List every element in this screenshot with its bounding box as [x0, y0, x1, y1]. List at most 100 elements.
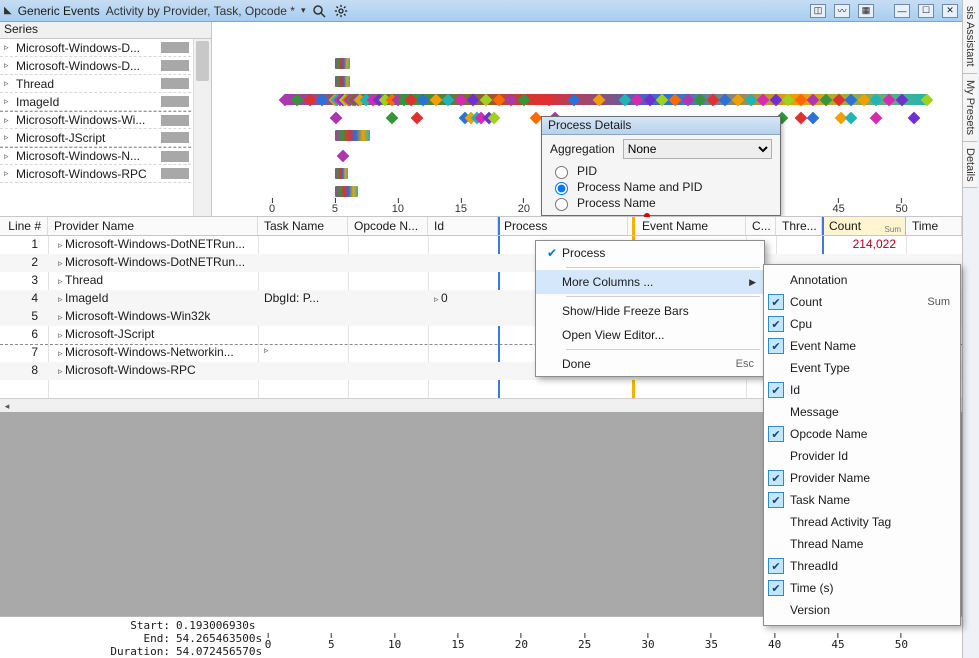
- expand-icon[interactable]: ▹: [4, 60, 12, 71]
- column-toggle-version[interactable]: Version: [764, 599, 960, 621]
- expand-icon[interactable]: ▹: [4, 42, 12, 53]
- opt-process-name[interactable]: Process Name: [550, 195, 772, 211]
- window-close-icon[interactable]: ✕: [942, 4, 958, 18]
- vtab-presets[interactable]: My Presets: [963, 74, 977, 142]
- menu-process[interactable]: ✔Process: [536, 241, 764, 265]
- column-toggle-label: Event Type: [790, 361, 850, 375]
- column-toggle-event-name[interactable]: ✔ Event Name: [764, 335, 960, 357]
- col-c[interactable]: C...: [746, 217, 776, 235]
- expand-icon[interactable]: ▹: [4, 151, 12, 162]
- view-mode-line-icon[interactable]: 〰: [834, 4, 850, 18]
- series-row[interactable]: ▹ Thread: [0, 75, 211, 93]
- series-row[interactable]: ▹ Microsoft-Windows-D...: [0, 57, 211, 75]
- column-toggle-id[interactable]: ✔ Id: [764, 379, 960, 401]
- expand-icon[interactable]: ▹: [4, 115, 12, 126]
- column-toggle-event-type[interactable]: Event Type: [764, 357, 960, 379]
- cell-provider: ▹ Microsoft-Windows-RPC: [52, 362, 258, 380]
- expand-icon[interactable]: ▹: [4, 168, 12, 179]
- expand-icon[interactable]: ▹: [4, 78, 12, 89]
- table-row[interactable]: 1▹ Microsoft-Windows-DotNETRun...214,022: [0, 236, 962, 254]
- menu-more-columns[interactable]: More Columns ...: [536, 270, 764, 294]
- col-line[interactable]: Line #: [0, 217, 48, 235]
- cell-line: 8: [0, 362, 44, 380]
- column-toggle-task-name[interactable]: ✔ Task Name: [764, 489, 960, 511]
- event-diamond[interactable]: [845, 111, 858, 124]
- checkbox-icon: ✔: [768, 294, 784, 310]
- column-toggle-label: Task Name: [790, 493, 850, 507]
- process-details-popup: Process Details Aggregation None PID Pro…: [541, 116, 781, 216]
- column-context-menu: ✔Process More Columns ... Show/Hide Free…: [535, 240, 765, 377]
- expand-icon[interactable]: ▹: [258, 344, 270, 362]
- checkbox-icon: [768, 404, 784, 420]
- col-count[interactable]: CountSum: [822, 217, 906, 235]
- preset-name[interactable]: Activity by Provider, Task, Opcode *: [106, 4, 295, 18]
- vtab-details[interactable]: Details: [963, 142, 977, 189]
- scroll-left-icon[interactable]: ◂: [0, 399, 14, 413]
- view-mode-table-icon[interactable]: ▦: [858, 4, 874, 18]
- column-toggle-thread-name[interactable]: Thread Name: [764, 533, 960, 555]
- vtab-assistant[interactable]: sis Assistant: [963, 0, 977, 74]
- event-diamond[interactable]: [908, 111, 921, 124]
- column-toggle-count[interactable]: ✔ CountSum: [764, 291, 960, 313]
- menu-done[interactable]: DoneEsc: [536, 352, 764, 376]
- col-id[interactable]: Id: [428, 217, 498, 235]
- freeze-bar-blue-1[interactable]: [498, 217, 500, 235]
- series-row[interactable]: ▹ Microsoft-Windows-N...: [0, 147, 211, 165]
- window-max-icon[interactable]: ☐: [918, 4, 934, 18]
- column-toggle-thread-activity-tag[interactable]: Thread Activity Tag: [764, 511, 960, 533]
- col-opcode[interactable]: Opcode N...: [348, 217, 428, 235]
- column-toggle-time-s-[interactable]: ✔ Time (s): [764, 577, 960, 599]
- event-diamond[interactable]: [330, 111, 343, 124]
- expand-icon[interactable]: ▹: [4, 132, 12, 143]
- window-min-icon[interactable]: —: [894, 4, 910, 18]
- col-process[interactable]: Process: [498, 217, 628, 235]
- event-bar[interactable]: [335, 168, 348, 179]
- menu-view-editor[interactable]: Open View Editor...: [536, 323, 764, 347]
- series-row[interactable]: ▹ ImageId: [0, 93, 211, 111]
- series-row[interactable]: ▹ Microsoft-JScript: [0, 129, 211, 147]
- col-provider[interactable]: Provider Name: [48, 217, 258, 235]
- cell-provider: ▹ Microsoft-Windows-Networkin...: [52, 344, 258, 362]
- expand-icon[interactable]: ▹: [4, 96, 12, 107]
- column-toggle-message[interactable]: Message: [764, 401, 960, 423]
- event-bar[interactable]: [335, 186, 358, 197]
- col-thread[interactable]: Thre...: [776, 217, 822, 235]
- cell-provider: ▹ Microsoft-Windows-DotNETRun...: [52, 254, 258, 272]
- cell-line: 6: [0, 326, 44, 344]
- series-row[interactable]: ▹ Microsoft-Windows-D...: [0, 39, 211, 57]
- time-ruler[interactable]: 05101520253035404550: [268, 633, 952, 653]
- column-toggle-provider-id[interactable]: Provider Id: [764, 445, 960, 467]
- opt-process-name-pid[interactable]: Process Name and PID: [550, 179, 772, 195]
- view-mode-chart-icon[interactable]: ◫: [810, 4, 826, 18]
- col-task[interactable]: Task Name: [258, 217, 348, 235]
- event-diamond[interactable]: [410, 111, 423, 124]
- cell-provider: ▹ Microsoft-Windows-Win32k: [52, 308, 258, 326]
- col-time[interactable]: Time: [906, 217, 962, 235]
- column-toggle-provider-name[interactable]: ✔ Provider Name: [764, 467, 960, 489]
- preset-dropdown-icon[interactable]: ▾: [301, 5, 306, 16]
- event-diamond[interactable]: [807, 111, 820, 124]
- event-bar[interactable]: [335, 58, 350, 69]
- collapse-icon[interactable]: ◣: [4, 5, 12, 16]
- series-row[interactable]: ▹ Microsoft-Windows-RPC: [0, 165, 211, 183]
- series-swatch: [161, 42, 189, 53]
- menu-freeze-bars[interactable]: Show/Hide Freeze Bars: [536, 299, 764, 323]
- aggregation-select[interactable]: None: [623, 139, 772, 159]
- col-event[interactable]: Event Name: [636, 217, 746, 235]
- event-bar[interactable]: [335, 130, 370, 141]
- column-toggle-threadid[interactable]: ✔ ThreadId: [764, 555, 960, 577]
- event-diamond[interactable]: [870, 111, 883, 124]
- series-row[interactable]: ▹ Microsoft-Windows-Wi...: [0, 111, 211, 129]
- opt-pid[interactable]: PID: [550, 163, 772, 179]
- column-toggle-annotation[interactable]: Annotation: [764, 269, 960, 291]
- column-toggle-opcode-name[interactable]: ✔ Opcode Name: [764, 423, 960, 445]
- event-bar[interactable]: [335, 76, 350, 87]
- column-toggle-cpu[interactable]: ✔ Cpu: [764, 313, 960, 335]
- freeze-bar-blue-2[interactable]: [822, 217, 824, 235]
- gear-icon[interactable]: [333, 3, 349, 19]
- freeze-bar-gold[interactable]: [632, 217, 635, 235]
- event-diamond[interactable]: [336, 149, 349, 162]
- search-icon[interactable]: [311, 3, 327, 19]
- event-diamond[interactable]: [385, 111, 398, 124]
- series-scrollbar[interactable]: [193, 39, 211, 216]
